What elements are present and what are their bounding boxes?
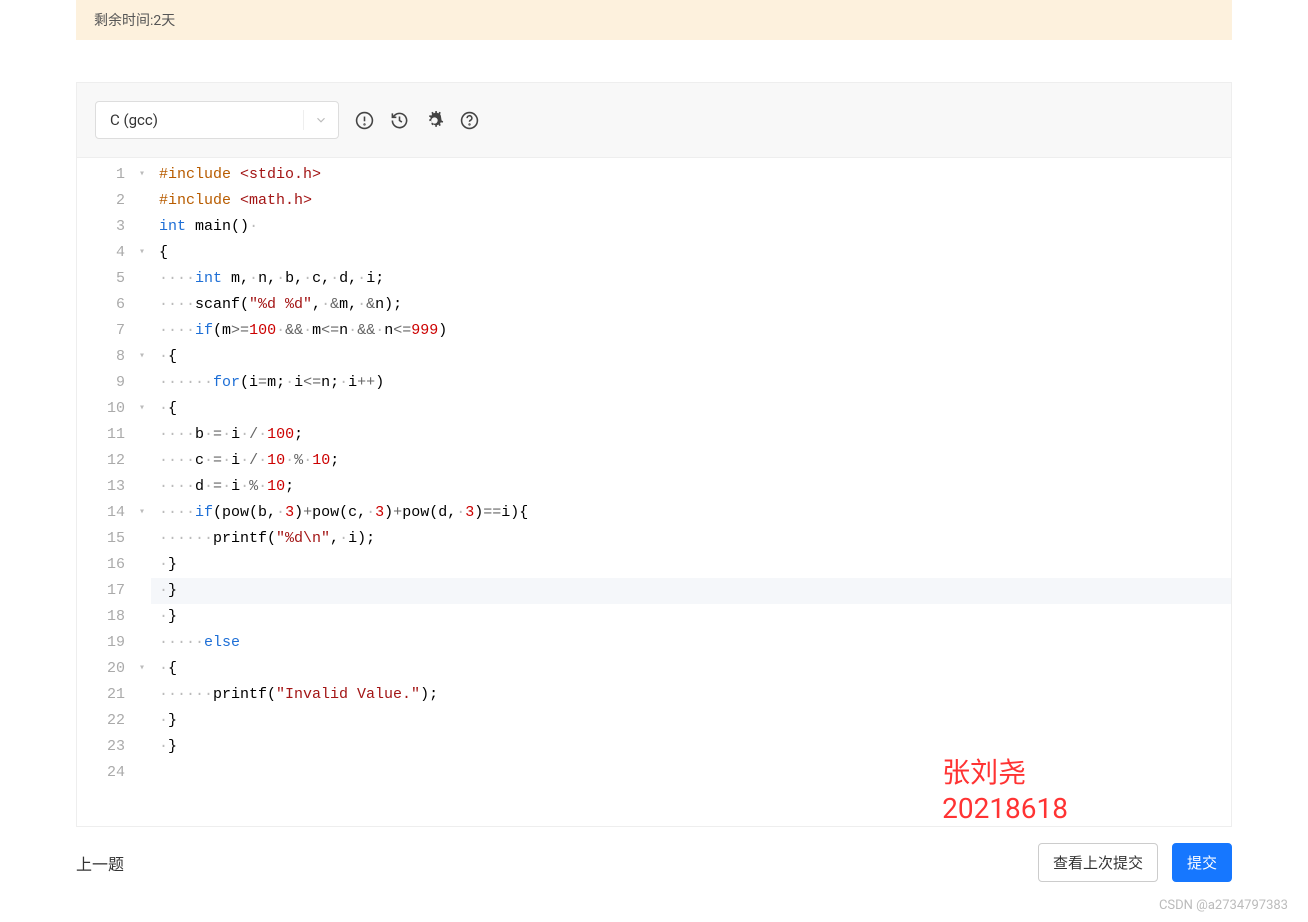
time-remaining-notice: 剩余时间:2天: [76, 0, 1232, 40]
gear-icon[interactable]: [425, 111, 444, 130]
view-last-submit-button[interactable]: 查看上次提交: [1038, 843, 1158, 882]
editor-panel: C (gcc) 12345678910111213141516171819202…: [76, 82, 1232, 827]
submit-button[interactable]: 提交: [1172, 843, 1232, 882]
help-icon[interactable]: [460, 111, 479, 130]
code-editor[interactable]: 123456789101112131415161718192021222324 …: [77, 158, 1231, 826]
csdn-watermark: CSDN @a2734797383: [0, 892, 1308, 921]
language-label: C (gcc): [110, 111, 158, 129]
fold-gutter[interactable]: ▾▾▾▾▾▾: [133, 162, 151, 786]
footer-buttons: 查看上次提交 提交: [1038, 843, 1232, 882]
line-number-gutter: 123456789101112131415161718192021222324: [77, 162, 133, 786]
footer-bar: 上一题 查看上次提交 提交: [76, 827, 1232, 892]
overlay-id: 20218618: [942, 791, 1068, 827]
prev-question-link[interactable]: 上一题: [76, 851, 124, 875]
language-select[interactable]: C (gcc): [95, 101, 339, 139]
editor-toolbar: C (gcc): [77, 83, 1231, 158]
code-content[interactable]: #include <stdio.h>#include <math.h>int m…: [151, 162, 1231, 786]
chevron-down-icon: [303, 110, 328, 130]
notice-text: 剩余时间:2天: [94, 13, 175, 29]
alert-icon[interactable]: [355, 111, 374, 130]
overlay-name: 张刘尧: [942, 755, 1068, 791]
history-icon[interactable]: [390, 111, 409, 130]
watermark-overlay: 张刘尧 20218618: [942, 755, 1068, 827]
